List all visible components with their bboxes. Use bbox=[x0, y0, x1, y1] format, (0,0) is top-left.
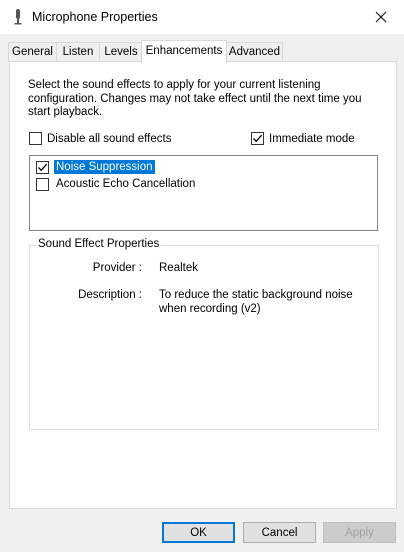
cancel-button[interactable]: Cancel bbox=[243, 522, 316, 543]
microphone-icon bbox=[10, 8, 26, 26]
disable-all-label: Disable all sound effects bbox=[47, 132, 172, 145]
list-item-noise-suppression[interactable]: Noise Suppression bbox=[36, 159, 155, 175]
description-label: Description : bbox=[78, 289, 142, 301]
provider-value: Realtek bbox=[159, 262, 198, 274]
apply-button[interactable]: Apply bbox=[323, 522, 396, 543]
tab-listen[interactable]: Listen bbox=[56, 42, 100, 62]
description-text: Select the sound effects to apply for yo… bbox=[28, 79, 362, 118]
tab-general[interactable]: General bbox=[8, 42, 57, 62]
tab-levels[interactable]: Levels bbox=[99, 42, 143, 62]
provider-label: Provider : bbox=[92, 262, 142, 274]
close-icon bbox=[375, 7, 387, 28]
tab-strip: General Listen Levels Enhancements Advan… bbox=[8, 40, 398, 63]
checkbox-unchecked[interactable] bbox=[36, 177, 49, 191]
immediate-mode-checkbox[interactable]: Immediate mode bbox=[251, 132, 355, 145]
effects-listbox[interactable]: Noise Suppression Acoustic Echo Cancella… bbox=[29, 155, 378, 231]
title-bar: Microphone Properties bbox=[0, 0, 404, 34]
group-title: Sound Effect Properties bbox=[36, 238, 162, 250]
tab-enhancements[interactable]: Enhancements bbox=[141, 40, 227, 63]
list-item-label: Noise Suppression bbox=[54, 160, 155, 174]
checkbox-unchecked bbox=[29, 132, 42, 145]
sound-effect-properties-group: Sound Effect Properties Provider : Realt… bbox=[29, 238, 379, 430]
close-button[interactable] bbox=[358, 0, 404, 34]
description-value: To reduce the static background noise wh… bbox=[159, 289, 353, 315]
checkmark-icon bbox=[251, 132, 264, 145]
disable-all-checkbox[interactable]: Disable all sound effects bbox=[29, 132, 171, 145]
checkmark-icon[interactable] bbox=[36, 160, 49, 174]
tab-advanced[interactable]: Advanced bbox=[226, 42, 283, 62]
list-item-label: Acoustic Echo Cancellation bbox=[56, 178, 196, 190]
ok-button[interactable]: OK bbox=[162, 522, 235, 543]
enhancements-panel: Select the sound effects to apply for yo… bbox=[9, 61, 397, 509]
immediate-mode-label: Immediate mode bbox=[269, 132, 355, 145]
list-item-acoustic-echo-cancellation[interactable]: Acoustic Echo Cancellation bbox=[36, 176, 197, 192]
window-title: Microphone Properties bbox=[32, 10, 158, 24]
